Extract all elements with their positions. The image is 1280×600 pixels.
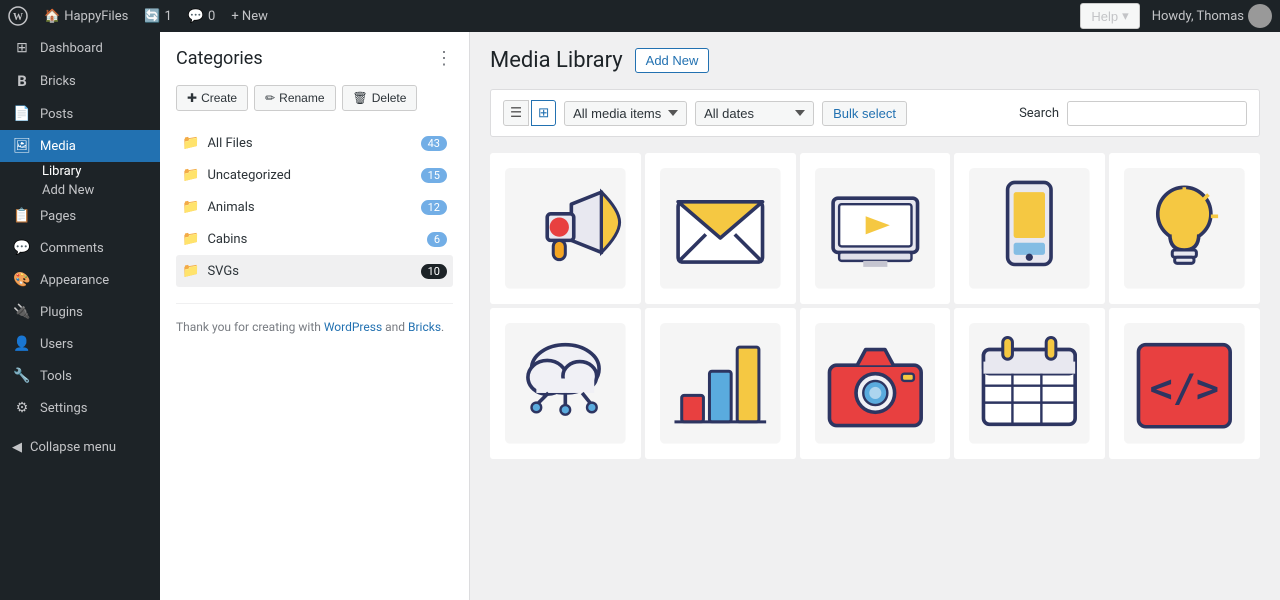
categories-panel: Categories ⋮ ✚ Create ✏ Rename 🗑 Delete xyxy=(160,32,470,600)
view-toggle: ☰ ⊞ xyxy=(503,100,556,126)
collapse-menu-button[interactable]: ◀ Collapse menu xyxy=(0,432,160,463)
folder-icon: 📁 xyxy=(182,263,199,279)
media-toolbar: ☰ ⊞ All media items Images Audio Video D… xyxy=(490,89,1260,137)
wordpress-link[interactable]: WordPress xyxy=(324,320,382,334)
list-view-icon: ☰ xyxy=(510,105,522,120)
sidebar-sub-library[interactable]: Library xyxy=(0,162,160,181)
sidebar-item-media[interactable]: 🖼 Media xyxy=(0,130,160,162)
folder-icon: 📁 xyxy=(182,167,199,183)
trash-icon: 🗑 xyxy=(353,91,368,105)
panel-footer: Thank you for creating with WordPress an… xyxy=(176,303,453,334)
user-greeting[interactable]: Howdy, Thomas xyxy=(1152,4,1272,28)
media-library-header: Media Library Add New xyxy=(490,48,1260,73)
categories-title: Categories xyxy=(176,48,263,69)
media-item[interactable] xyxy=(490,153,641,304)
grid-view-button[interactable]: ⊞ xyxy=(531,100,556,126)
folder-icon: 📁 xyxy=(182,199,199,215)
comments-menu-icon: 💬 xyxy=(12,240,32,256)
topbar-right: Help ▾ Howdy, Thomas xyxy=(1080,3,1272,29)
sidebar-item-settings[interactable]: ⚙ Settings xyxy=(0,392,160,424)
updates-link[interactable]: 🔄 1 xyxy=(144,9,172,24)
media-item[interactable] xyxy=(645,153,796,304)
sidebar-item-dashboard[interactable]: ⊞ Dashboard xyxy=(0,32,160,64)
posts-icon: 📄 xyxy=(12,106,32,122)
topbar: W 🏠 HappyFiles 🔄 1 💬 0 + New Help ▾ Howd… xyxy=(0,0,1280,32)
collapse-icon: ◀ xyxy=(12,440,22,455)
category-list: 📁 All Files 43 📁 Uncategorized 15 📁 Anim… xyxy=(176,127,453,287)
sidebar-item-bricks[interactable]: B Bricks xyxy=(0,64,160,98)
sidebar-item-pages[interactable]: 📋 Pages xyxy=(0,200,160,232)
sidebar: ⊞ Dashboard B Bricks 📄 Posts 🖼 Media Lib… xyxy=(0,32,160,600)
folder-icon: 📁 xyxy=(182,135,199,151)
bricks-link[interactable]: Bricks xyxy=(408,320,441,334)
topbar-left: W 🏠 HappyFiles 🔄 1 💬 0 + New xyxy=(8,6,268,26)
media-icon: 🖼 xyxy=(12,138,32,154)
sidebar-item-users[interactable]: 👤 Users xyxy=(0,328,160,360)
bricks-icon: B xyxy=(12,72,32,90)
search-input[interactable] xyxy=(1067,101,1247,126)
bulk-select-button[interactable]: Bulk select xyxy=(822,101,907,126)
grid-view-icon: ⊞ xyxy=(538,105,549,120)
dashboard-icon: ⊞ xyxy=(12,40,32,56)
media-item[interactable] xyxy=(800,153,951,304)
updates-icon: 🔄 xyxy=(144,9,160,24)
media-item[interactable] xyxy=(1109,153,1260,304)
category-all-files[interactable]: 📁 All Files 43 xyxy=(176,127,453,159)
plus-icon: ✚ xyxy=(187,91,197,105)
site-name[interactable]: 🏠 HappyFiles xyxy=(44,9,128,24)
category-uncategorized[interactable]: 📁 Uncategorized 15 xyxy=(176,159,453,191)
appearance-icon: 🎨 xyxy=(12,272,32,288)
comments-link[interactable]: 💬 0 xyxy=(188,9,216,24)
chevron-down-icon: ▾ xyxy=(1122,8,1129,24)
media-item[interactable] xyxy=(490,308,641,459)
main-layout: ⊞ Dashboard B Bricks 📄 Posts 🖼 Media Lib… xyxy=(0,32,1280,600)
tools-icon: 🔧 xyxy=(12,368,32,384)
categories-menu-icon[interactable]: ⋮ xyxy=(435,48,453,69)
media-item[interactable] xyxy=(800,308,951,459)
media-type-filter[interactable]: All media items Images Audio Video Docum… xyxy=(564,101,687,126)
folder-icon: 📁 xyxy=(182,231,199,247)
plugins-icon: 🔌 xyxy=(12,304,32,320)
media-item[interactable] xyxy=(645,308,796,459)
pencil-icon: ✏ xyxy=(265,91,275,105)
sidebar-item-comments[interactable]: 💬 Comments xyxy=(0,232,160,264)
date-filter[interactable]: All dates January 2024 February 2024 xyxy=(695,101,814,126)
user-avatar xyxy=(1248,4,1272,28)
media-item[interactable]: </> xyxy=(1109,308,1260,459)
search-label: Search xyxy=(1019,106,1059,121)
help-button[interactable]: Help ▾ xyxy=(1080,3,1139,29)
home-icon: 🏠 xyxy=(44,9,60,24)
media-library-title: Media Library xyxy=(490,48,623,73)
list-view-button[interactable]: ☰ xyxy=(503,100,529,126)
delete-button[interactable]: 🗑 Delete xyxy=(342,85,418,111)
media-item[interactable] xyxy=(954,153,1105,304)
comments-icon: 💬 xyxy=(188,9,204,24)
settings-icon: ⚙ xyxy=(12,400,32,416)
panel-buttons: ✚ Create ✏ Rename 🗑 Delete xyxy=(176,85,453,111)
add-new-button[interactable]: Add New xyxy=(635,48,710,73)
create-button[interactable]: ✚ Create xyxy=(176,85,248,111)
svg-text:</>: </> xyxy=(1150,366,1220,411)
sidebar-item-tools[interactable]: 🔧 Tools xyxy=(0,360,160,392)
new-content-button[interactable]: + New xyxy=(231,9,268,24)
svg-text:W: W xyxy=(13,12,23,23)
category-animals[interactable]: 📁 Animals 12 xyxy=(176,191,453,223)
panel-header: Categories ⋮ xyxy=(176,48,453,69)
sidebar-item-appearance[interactable]: 🎨 Appearance xyxy=(0,264,160,296)
rename-button[interactable]: ✏ Rename xyxy=(254,85,335,111)
media-grid: </> xyxy=(490,153,1260,459)
category-cabins[interactable]: 📁 Cabins 6 xyxy=(176,223,453,255)
sidebar-sub-add-new[interactable]: Add New xyxy=(0,181,160,200)
users-icon: 👤 xyxy=(12,336,32,352)
media-item[interactable] xyxy=(954,308,1105,459)
sidebar-item-posts[interactable]: 📄 Posts xyxy=(0,98,160,130)
category-svgs[interactable]: 📁 SVGs 10 xyxy=(176,255,453,287)
wp-logo-icon[interactable]: W xyxy=(8,6,28,26)
media-library-panel: Media Library Add New ☰ ⊞ All media item… xyxy=(470,32,1280,600)
content-area: Categories ⋮ ✚ Create ✏ Rename 🗑 Delete xyxy=(160,32,1280,600)
sidebar-item-plugins[interactable]: 🔌 Plugins xyxy=(0,296,160,328)
pages-icon: 📋 xyxy=(12,208,32,224)
